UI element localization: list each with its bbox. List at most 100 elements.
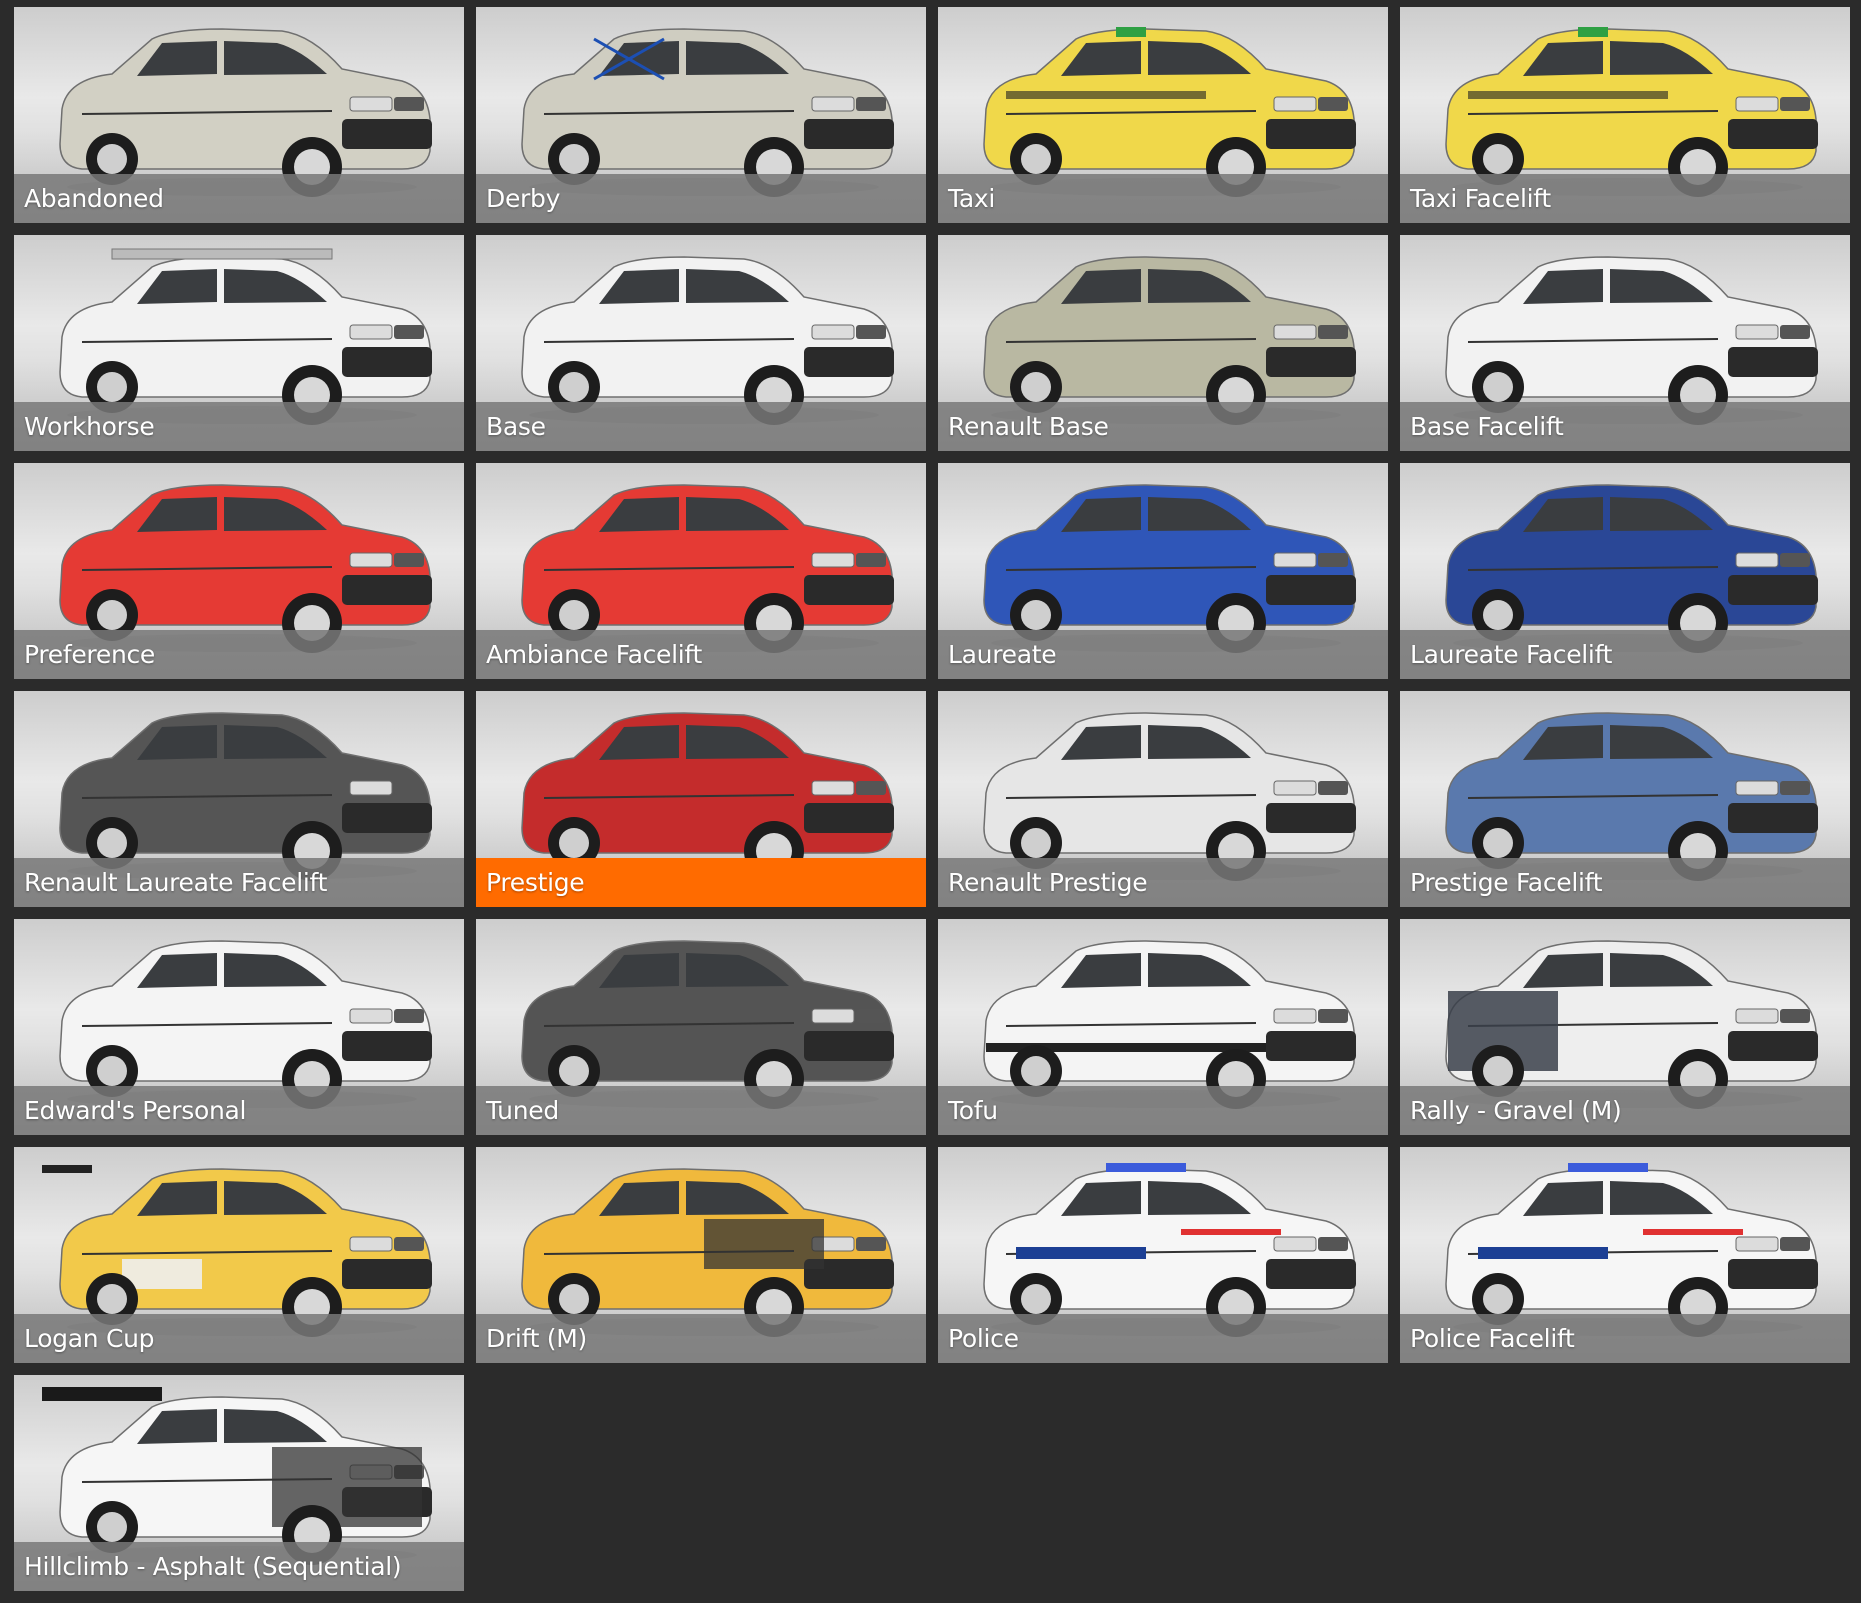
config-tile[interactable]: Tuned <box>476 919 926 1135</box>
tile-label-bar: Rally - Gravel (M) <box>1400 1086 1850 1135</box>
config-name: Tuned <box>486 1096 559 1125</box>
config-name: Base Facelift <box>1410 412 1564 441</box>
config-name: Workhorse <box>24 412 155 441</box>
config-name: Laureate Facelift <box>1410 640 1613 669</box>
car-image <box>59 940 432 1109</box>
car-image <box>1445 712 1818 881</box>
config-tile[interactable]: Prestige Facelift <box>1400 691 1850 907</box>
config-name: Tofu <box>948 1096 998 1125</box>
tile-label-bar: Renault Base <box>938 402 1388 451</box>
config-tile[interactable]: Police Facelift <box>1400 1147 1850 1363</box>
car-image <box>59 484 432 653</box>
config-tile[interactable]: Taxi <box>938 7 1388 223</box>
config-tile[interactable]: Prestige <box>476 691 926 907</box>
config-name: Prestige <box>486 868 585 897</box>
car-image <box>521 1168 894 1337</box>
config-tile[interactable]: Abandoned <box>14 7 464 223</box>
tile-label-bar: Derby <box>476 174 926 223</box>
car-image <box>42 1165 432 1337</box>
config-tile[interactable]: Edward's Personal <box>14 919 464 1135</box>
car-image <box>1445 256 1818 425</box>
config-tile[interactable]: Police <box>938 1147 1388 1363</box>
config-tile[interactable]: Ambiance Facelift <box>476 463 926 679</box>
tile-label-bar: Drift (M) <box>476 1314 926 1363</box>
config-name: Police Facelift <box>1410 1324 1575 1353</box>
car-image <box>1445 27 1818 197</box>
tile-label-bar: Renault Laureate Facelift <box>14 858 464 907</box>
config-name: Base <box>486 412 546 441</box>
car-image <box>983 484 1356 653</box>
config-tile[interactable]: Derby <box>476 7 926 223</box>
config-tile[interactable]: Base <box>476 235 926 451</box>
config-name: Taxi <box>948 184 995 213</box>
config-tile[interactable]: Renault Base <box>938 235 1388 451</box>
config-name: Rally - Gravel (M) <box>1410 1096 1622 1125</box>
car-image <box>983 712 1356 881</box>
configuration-grid: Abandoned Derby Taxi Taxi Facelift Workh <box>14 7 1861 1603</box>
car-image <box>1445 940 1818 1109</box>
car-image <box>521 256 894 425</box>
car-image <box>983 940 1356 1109</box>
config-tile[interactable]: Hillclimb - Asphalt (Sequential) <box>14 1375 464 1591</box>
config-tile[interactable]: Renault Laureate Facelift <box>14 691 464 907</box>
car-image <box>59 712 432 881</box>
config-name: Renault Prestige <box>948 868 1148 897</box>
tile-label-bar: Workhorse <box>14 402 464 451</box>
tile-label-bar: Renault Prestige <box>938 858 1388 907</box>
car-image <box>42 1387 432 1565</box>
config-tile[interactable]: Renault Prestige <box>938 691 1388 907</box>
config-tile[interactable]: Rally - Gravel (M) <box>1400 919 1850 1135</box>
config-name: Prestige Facelift <box>1410 868 1603 897</box>
tile-label-bar: Abandoned <box>14 174 464 223</box>
car-image <box>983 1163 1356 1337</box>
tile-label-bar: Base Facelift <box>1400 402 1850 451</box>
config-tile[interactable]: Preference <box>14 463 464 679</box>
config-tile[interactable]: Taxi Facelift <box>1400 7 1850 223</box>
tile-label-bar: Laureate <box>938 630 1388 679</box>
tile-label-bar: Taxi Facelift <box>1400 174 1850 223</box>
tile-label-bar: Logan Cup <box>14 1314 464 1363</box>
tile-label-bar: Prestige Facelift <box>1400 858 1850 907</box>
config-tile[interactable]: Base Facelift <box>1400 235 1850 451</box>
tile-label-bar: Laureate Facelift <box>1400 630 1850 679</box>
tile-label-bar: Police <box>938 1314 1388 1363</box>
config-tile[interactable]: Drift (M) <box>476 1147 926 1363</box>
config-name: Laureate <box>948 640 1057 669</box>
config-name: Taxi Facelift <box>1410 184 1551 213</box>
config-name: Renault Laureate Facelift <box>24 868 328 897</box>
config-name: Hillclimb - Asphalt (Sequential) <box>24 1552 402 1581</box>
car-image <box>1445 1163 1818 1337</box>
car-image <box>521 28 894 197</box>
config-name: Abandoned <box>24 184 164 213</box>
tile-label-bar: Taxi <box>938 174 1388 223</box>
config-name: Logan Cup <box>24 1324 155 1353</box>
config-name: Renault Base <box>948 412 1109 441</box>
tile-label-bar: Hillclimb - Asphalt (Sequential) <box>14 1542 464 1591</box>
tile-label-bar: Base <box>476 402 926 451</box>
car-image <box>983 27 1356 197</box>
tile-label-bar: Tuned <box>476 1086 926 1135</box>
config-name: Drift (M) <box>486 1324 587 1353</box>
tile-label-bar: Prestige <box>476 858 926 907</box>
config-tile[interactable]: Tofu <box>938 919 1388 1135</box>
tile-label-bar: Ambiance Facelift <box>476 630 926 679</box>
config-name: Edward's Personal <box>24 1096 247 1125</box>
car-image <box>1445 484 1818 653</box>
car-image <box>521 940 894 1109</box>
config-tile[interactable]: Laureate <box>938 463 1388 679</box>
config-name: Ambiance Facelift <box>486 640 702 669</box>
car-image <box>59 28 432 197</box>
car-image <box>983 256 1356 425</box>
car-image <box>59 248 432 425</box>
config-name: Preference <box>24 640 156 669</box>
tile-label-bar: Edward's Personal <box>14 1086 464 1135</box>
tile-label-bar: Police Facelift <box>1400 1314 1850 1363</box>
config-name: Police <box>948 1324 1019 1353</box>
config-tile[interactable]: Logan Cup <box>14 1147 464 1363</box>
car-image <box>521 712 894 881</box>
config-name: Derby <box>486 184 561 213</box>
tile-label-bar: Preference <box>14 630 464 679</box>
car-image <box>521 484 894 653</box>
config-tile[interactable]: Laureate Facelift <box>1400 463 1850 679</box>
config-tile[interactable]: Workhorse <box>14 235 464 451</box>
